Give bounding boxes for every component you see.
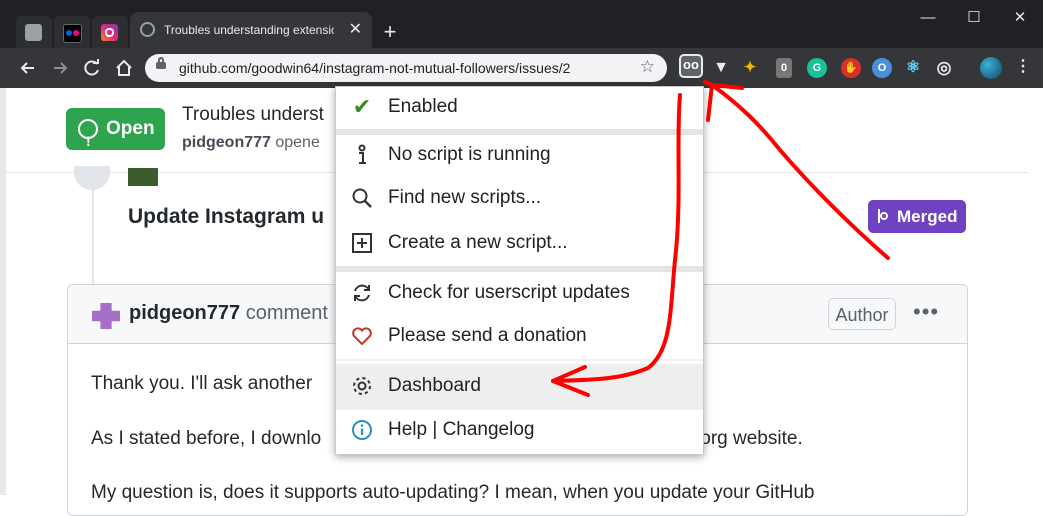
merged-badge: Merged	[868, 200, 966, 233]
flickr-icon	[63, 24, 82, 43]
github-icon	[140, 22, 155, 37]
info-circle-icon	[350, 418, 374, 442]
menu-label: Check for userscript updates	[388, 282, 630, 303]
search-icon	[350, 186, 374, 210]
maximize-button[interactable]: ☐	[951, 0, 997, 36]
url-text[interactable]: github.com/goodwin64/instagram-not-mutua…	[179, 60, 570, 76]
menu-label: No script is running	[388, 144, 551, 165]
menu-item-check-updates[interactable]: Check for userscript updates	[336, 273, 703, 315]
author-badge: Author	[828, 298, 896, 330]
info-small-icon	[350, 143, 374, 167]
menu-label: Find new scripts...	[388, 187, 542, 208]
minimize-button[interactable]: —	[905, 0, 951, 36]
address-bar[interactable]: github.com/goodwin64/instagram-not-mutua…	[145, 54, 667, 82]
tab-title: Troubles understanding extension	[164, 23, 334, 37]
comment-line-3: My question is, does it supports auto-up…	[91, 482, 815, 503]
comment-line-1: Thank you. I'll ask another	[91, 373, 313, 394]
menu-item-find-scripts[interactable]: Find new scripts...	[336, 178, 703, 220]
new-tab-button[interactable]: +	[376, 20, 404, 44]
comment-author-line: pidgeon777 comment	[129, 302, 328, 325]
kebab-menu-icon[interactable]: ⋮	[1013, 58, 1033, 78]
tab-flickr[interactable]	[54, 16, 90, 48]
lock-icon	[156, 57, 166, 69]
home-icon	[116, 59, 132, 76]
comment-action: comment	[245, 302, 328, 324]
reload-button[interactable]	[80, 56, 104, 80]
menu-label: Dashboard	[388, 375, 481, 396]
grammarly-icon[interactable]: G	[807, 58, 827, 78]
issue-open-icon	[78, 119, 98, 162]
tab-strip: Troubles understanding extension ✕ + — ☐…	[0, 0, 1043, 48]
instagram-icon	[101, 24, 118, 41]
close-window-button[interactable]: ✕	[997, 0, 1043, 36]
menu-item-help[interactable]: Help | Changelog	[336, 410, 703, 452]
issue-meta-suffix: opene	[275, 134, 320, 151]
menu-item-donate[interactable]: Please send a donation	[336, 316, 703, 358]
avatar[interactable]	[980, 57, 1002, 79]
menu-label: Help | Changelog	[388, 419, 535, 440]
vivaldi-icon[interactable]: ▼	[711, 58, 731, 78]
menu-label: Enabled	[388, 96, 458, 117]
reload-icon	[84, 59, 99, 76]
merge-icon	[878, 209, 892, 223]
comment-avatar[interactable]	[92, 303, 120, 329]
forward-button[interactable]	[48, 56, 72, 80]
target-icon[interactable]: ◎	[934, 58, 954, 78]
menu-item-enabled[interactable]: ✔ Enabled	[336, 87, 703, 129]
page-left-edge	[0, 88, 6, 495]
adblock-icon[interactable]: ✋	[841, 58, 861, 78]
menu-item-no-script[interactable]: No script is running	[336, 135, 703, 177]
menu-item-dashboard[interactable]: Dashboard	[336, 364, 703, 408]
home-button[interactable]	[112, 56, 136, 80]
gif-icon	[25, 24, 42, 41]
issue-meta: pidgeon777 opene	[182, 134, 320, 152]
gear-icon	[350, 374, 374, 398]
tab-github-issue[interactable]: Troubles understanding extension ✕	[130, 12, 372, 48]
menu-divider	[336, 359, 703, 361]
timeline-line	[92, 183, 94, 285]
more-options-icon[interactable]: •••	[913, 299, 939, 325]
arrow-right-icon	[54, 62, 68, 74]
tampermonkey-menu: ✔ Enabled No script is running Find new …	[335, 86, 704, 455]
tab-instagram[interactable]	[92, 16, 128, 48]
menu-label: Please send a donation	[388, 325, 587, 346]
counter-icon[interactable]: 0	[776, 58, 792, 78]
back-button[interactable]	[16, 56, 40, 80]
comment-author-link[interactable]: pidgeon777	[129, 302, 240, 324]
refresh-icon	[350, 281, 374, 305]
menu-item-create-script[interactable]: Create a new script...	[336, 223, 703, 265]
tab-gif[interactable]	[16, 16, 52, 48]
tampermonkey-icon[interactable]	[679, 54, 703, 78]
paw-icon[interactable]: ✦	[740, 58, 760, 78]
status-label: Open	[106, 118, 155, 139]
react-icon[interactable]: ⚛	[903, 58, 923, 78]
heart-icon	[350, 324, 374, 348]
menu-divider	[336, 266, 703, 272]
check-icon: ✔	[352, 94, 372, 119]
merged-label: Merged	[897, 207, 958, 226]
issue-author-link[interactable]: pidgeon777	[182, 134, 271, 151]
pr-title-link[interactable]: Update Instagram u	[128, 205, 324, 229]
browser-toolbar: github.com/goodwin64/instagram-not-mutua…	[0, 48, 1043, 88]
menu-label: Create a new script...	[388, 232, 568, 253]
circle-ext-icon[interactable]: O	[872, 58, 892, 78]
arrow-left-icon	[20, 62, 34, 74]
star-icon[interactable]: ☆	[640, 57, 655, 77]
open-status-badge: Open	[66, 108, 165, 162]
plus-box-icon	[350, 231, 374, 255]
issue-title: Troubles underst	[182, 104, 324, 125]
tab-close-icon[interactable]: ✕	[349, 19, 362, 39]
timeline-avatar	[128, 168, 158, 186]
